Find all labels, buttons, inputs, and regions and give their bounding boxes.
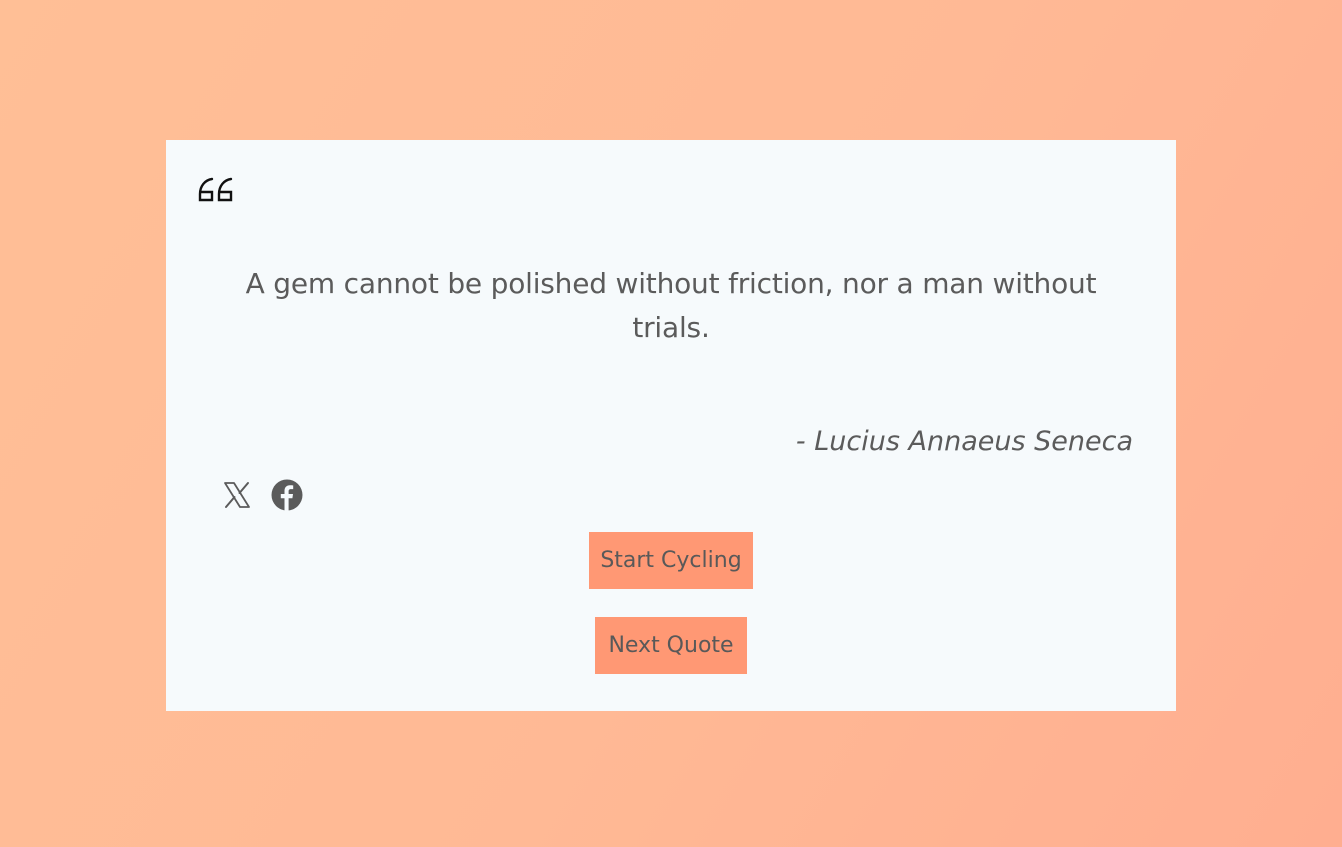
x-logo-icon[interactable] bbox=[222, 480, 252, 510]
next-quote-button[interactable]: Next Quote bbox=[595, 617, 747, 674]
facebook-logo-icon[interactable] bbox=[271, 479, 303, 511]
start-cycling-button[interactable]: Start Cycling bbox=[589, 532, 753, 589]
quote-text: A gem cannot be polished without frictio… bbox=[245, 267, 1097, 344]
share-links bbox=[222, 479, 303, 511]
quote-left-icon bbox=[198, 177, 233, 202]
quote-author: - Lucius Annaeus Seneca bbox=[795, 426, 1133, 457]
